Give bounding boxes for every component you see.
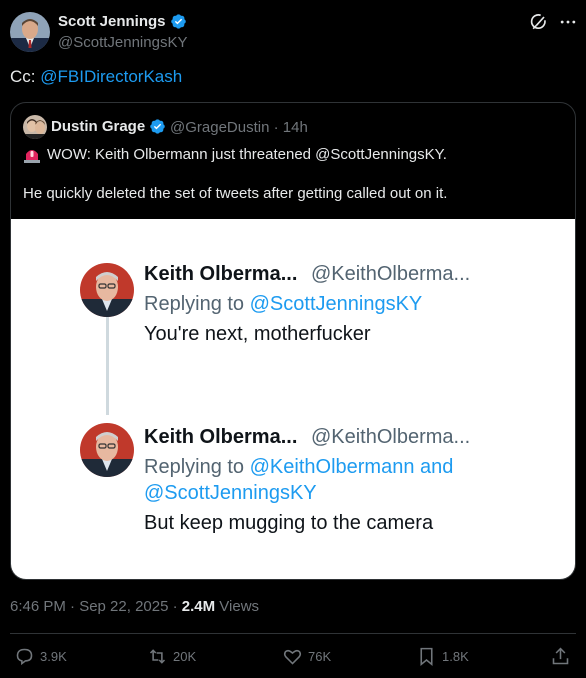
media-tweet1-reply-prefix: Replying to (144, 293, 250, 315)
media-tweet2-text: But keep mugging to the camera (144, 512, 434, 534)
thread-line (106, 317, 109, 415)
media-tweet2-reply-to-a: @KeithOlbermann and (249, 456, 454, 478)
media-tweet1-reply-to: @ScottJenningsKY (249, 293, 423, 315)
media-tweet1-name-text: Keith Olberma... (144, 263, 298, 285)
grok-icon[interactable] (529, 12, 549, 32)
quote-author-name-text: Dustin Grage (51, 118, 146, 135)
bookmark-icon (420, 647, 433, 667)
verified-badge-icon (170, 14, 186, 29)
tweet-text: Cc: @FBIDirectorKash (10, 67, 182, 87)
media-tweet2-reply-prefix: Replying to (144, 456, 250, 478)
repost-button[interactable]: 20K (147, 646, 196, 667)
repost-icon (149, 649, 166, 664)
verified-badge-icon (150, 119, 165, 134)
author-handle[interactable]: @ScottJenningsKY (58, 34, 187, 51)
action-bar: 3.9K 20K 76K 1.8K (0, 646, 586, 670)
tweet-text-prefix: Cc: (10, 67, 41, 86)
siren-icon (24, 150, 40, 163)
media-tweet1-replying: Replying to @ScottJenningsKY (144, 293, 422, 316)
author-avatar[interactable] (10, 12, 50, 52)
author-name[interactable]: Scott Jennings (58, 13, 187, 30)
tweet-header: Scott Jennings @ScottJenningsKY (10, 10, 576, 54)
mention-link[interactable]: @FBIDirectorKash (40, 67, 182, 86)
author-name-text[interactable]: Scott Jennings (58, 13, 166, 30)
reply-button[interactable]: 3.9K (14, 646, 67, 667)
media-tweet1-name: Keith Olberma... @KeithOlberma... (144, 263, 470, 286)
like-count: 76K (308, 649, 332, 664)
media-tweet2-handle: @KeithOlberma... (310, 426, 471, 448)
quote-text-line1: WOW: Keith Olbermann just threatened @Sc… (23, 145, 447, 163)
quote-author-name: Dustin Grage (51, 118, 166, 135)
bookmark-button[interactable]: 1.8K (416, 646, 469, 667)
tweet-timestamp[interactable]: 6:46 PM · Sep 22, 2025 · (10, 598, 182, 615)
repost-count: 20K (173, 649, 197, 664)
like-icon (283, 649, 302, 665)
tweet-meta: 6:46 PM · Sep 22, 2025 · 2.4M Views (10, 598, 259, 615)
quote-media-image[interactable]: Keith Olberma... @KeithOlberma... Replyi… (11, 219, 575, 579)
media-tweet1-handle: @KeithOlberma... (310, 263, 471, 285)
quote-author-avatar (23, 115, 47, 139)
share-icon (552, 647, 569, 665)
media-tweet2-name: Keith Olberma... @KeithOlberma... (144, 426, 470, 449)
quoted-tweet[interactable]: Dustin Grage @GrageDustin · 14h WOW: Kei… (10, 102, 576, 580)
media-tweet2-reply-to-b: @ScottJenningsKY (144, 482, 317, 504)
views-label: Views (215, 598, 260, 615)
media-tweet1-text: You're next, motherfucker (144, 323, 371, 345)
share-button[interactable] (550, 646, 576, 667)
media-tweet2-name-text: Keith Olberma... (144, 426, 298, 448)
more-icon[interactable] (558, 12, 578, 32)
olbermann-avatar-2 (80, 423, 134, 477)
quote-text-line1-text: WOW: Keith Olbermann just threatened @Sc… (47, 145, 447, 163)
media-tweet2-replying: Replying to @KeithOlbermann and (144, 456, 453, 479)
reply-icon (16, 648, 33, 666)
quote-author-handle: @GrageDustin · 14h (170, 119, 308, 136)
olbermann-avatar (80, 263, 134, 317)
reply-count: 3.9K (40, 649, 67, 664)
bookmark-count: 1.8K (442, 649, 469, 664)
like-button[interactable]: 76K (282, 646, 331, 667)
views-count: 2.4M (181, 598, 216, 615)
divider (10, 633, 576, 634)
quote-text-line2: He quickly deleted the set of tweets aft… (23, 185, 448, 202)
